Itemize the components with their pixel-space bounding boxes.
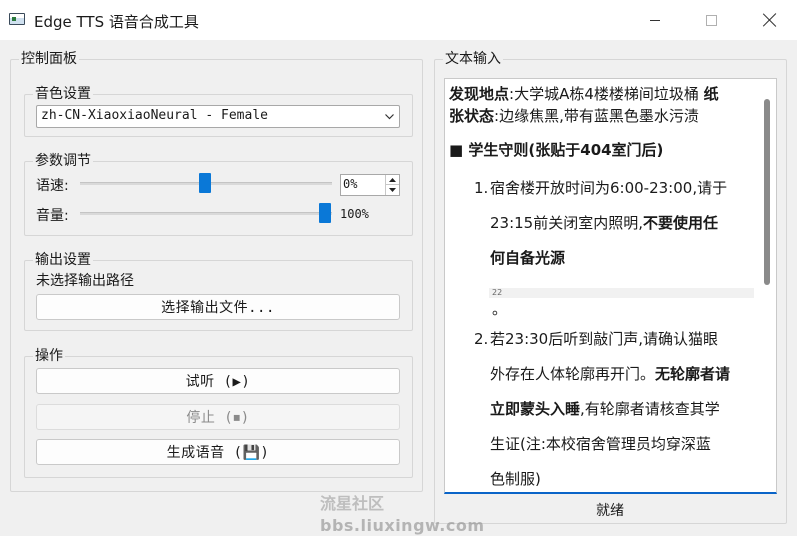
spin-down-icon[interactable] — [385, 185, 399, 195]
maximize-icon — [705, 14, 717, 26]
text-bold: 不要使用任 — [643, 214, 719, 232]
stop-label: 停止 (⏹) — [186, 410, 250, 426]
text-line: 立即蒙头入睡,有轮廓者请核查其学 — [490, 392, 754, 427]
text-bold: 纸 — [703, 85, 719, 103]
text-span: :大学城A栋4楼楼梯间垃圾桶 — [509, 85, 699, 103]
code-bar: 22 — [489, 288, 754, 298]
volume-slider-track[interactable] — [80, 212, 332, 215]
text-line: 色制服) — [490, 470, 541, 488]
text-line: 若23:30后听到敲门声,请确认猫眼 — [490, 330, 718, 348]
text-span: 23:15前关闭室内照明, — [490, 214, 643, 232]
rate-spinbox[interactable]: 0% — [340, 174, 400, 196]
text-line: 外存在人体轮廓再开门。无轮廓者请 — [490, 357, 754, 392]
text-bold: 发现地点 — [449, 85, 510, 103]
rate-label: 语速: — [36, 178, 69, 194]
text-line: 23:15前关闭室内照明,不要使用任 — [490, 206, 754, 241]
text-bold: 张状态 — [449, 107, 495, 125]
text-bold: ■ 学生守则(张贴于404室门后) — [449, 141, 664, 159]
volume-value: 100% — [340, 207, 369, 221]
minimize-button[interactable] — [632, 0, 678, 40]
watermark-line2: bbs.liuxingw.com — [320, 516, 485, 535]
minimize-icon — [650, 19, 660, 21]
list-number: 1. — [474, 179, 489, 197]
watermark-line1: 流星社区 — [320, 494, 385, 513]
rate-slider-handle[interactable] — [199, 173, 211, 193]
voice-settings-title: 音色设置 — [33, 85, 93, 103]
text-line: 发现地点:大学城A栋4楼楼梯间垃圾桶 纸 — [449, 83, 754, 105]
text-bold: 立即蒙头入睡 — [490, 400, 581, 418]
text-line: 宿舍楼开放时间为6:00-23:00,请于 — [490, 179, 728, 197]
voice-select-value: zh-CN-XiaoxiaoNeural - Female — [41, 108, 268, 123]
text-span: :边缘焦黑,带有蓝黑色墨水污渍 — [494, 107, 699, 125]
text-span: ,有轮廓者请核查其学 — [580, 400, 720, 418]
text-span: 外存在人体轮廓再开门。 — [490, 365, 656, 383]
close-button[interactable] — [747, 0, 793, 40]
choose-output-label: 选择输出文件... — [161, 300, 275, 316]
text-line: 张状态:边缘焦黑,带有蓝黑色墨水污渍 — [449, 105, 754, 127]
actions-title: 操作 — [33, 347, 65, 365]
params-group: 参数调节 — [24, 152, 413, 236]
generate-button[interactable]: 生成语音 (💾) — [36, 439, 400, 465]
stop-button[interactable]: 停止 (⏹) — [36, 404, 400, 430]
list-number: 2. — [474, 330, 489, 348]
maximize-button[interactable] — [688, 0, 734, 40]
app-window: Edge TTS 语音合成工具 控制面板 音色设置 zh-CN-Xiaoxiao… — [0, 0, 797, 536]
text-input-title: 文本输入 — [443, 50, 503, 68]
generate-label: 生成语音 (💾) — [166, 445, 270, 461]
rules-heading: ■ 学生守则(张贴于404室门后) — [449, 139, 754, 161]
choose-output-button[interactable]: 选择输出文件... — [36, 294, 400, 320]
control-panel-title: 控制面板 — [19, 50, 79, 68]
text-line: 生证(注:本校宿舍管理员均穿深蓝 — [490, 435, 711, 453]
volume-label: 音量: — [36, 208, 69, 224]
title-bar[interactable]: Edge TTS 语音合成工具 — [0, 0, 797, 40]
preview-button[interactable]: 试听 (▶) — [36, 368, 400, 394]
text-input-area[interactable]: 发现地点:大学城A栋4楼楼梯间垃圾桶 纸 张状态:边缘焦黑,带有蓝黑色墨水污渍 … — [444, 78, 777, 494]
voice-select[interactable]: zh-CN-XiaoxiaoNeural - Female — [36, 105, 400, 128]
vertical-scrollbar[interactable] — [764, 99, 770, 285]
list-item: 2. 若23:30后听到敲门声,请确认猫眼 外存在人体轮廓再开门。无轮廓者请 立… — [449, 322, 754, 492]
text-line: 何自备光源 — [490, 241, 754, 276]
window-title: Edge TTS 语音合成工具 — [34, 13, 199, 31]
app-icon — [9, 13, 25, 25]
rate-value: 0% — [343, 177, 358, 191]
spin-up-icon[interactable] — [385, 175, 399, 185]
output-path-text: 未选择输出路径 — [36, 273, 134, 289]
rules-list: 1. 宿舍楼开放时间为6:00-23:00,请于 23:15前关闭室内照明,不要… — [449, 171, 754, 492]
status-label: 就绪 — [596, 503, 624, 519]
text-period: 。 — [492, 300, 508, 318]
params-title: 参数调节 — [33, 152, 93, 170]
text-bold: 何自备光源 — [490, 249, 566, 267]
chevron-down-icon — [385, 114, 394, 120]
text-input-content: 发现地点:大学城A栋4楼楼梯间垃圾桶 纸 张状态:边缘焦黑,带有蓝黑色墨水污渍 … — [449, 83, 754, 492]
close-icon — [763, 13, 777, 27]
volume-slider-handle[interactable] — [319, 203, 331, 223]
preview-label: 试听 (▶) — [185, 374, 251, 390]
output-settings-title: 输出设置 — [33, 251, 93, 269]
list-item: 1. 宿舍楼开放时间为6:00-23:00,请于 23:15前关闭室内照明,不要… — [449, 171, 754, 276]
text-bold: 无轮廓者请 — [655, 365, 731, 383]
